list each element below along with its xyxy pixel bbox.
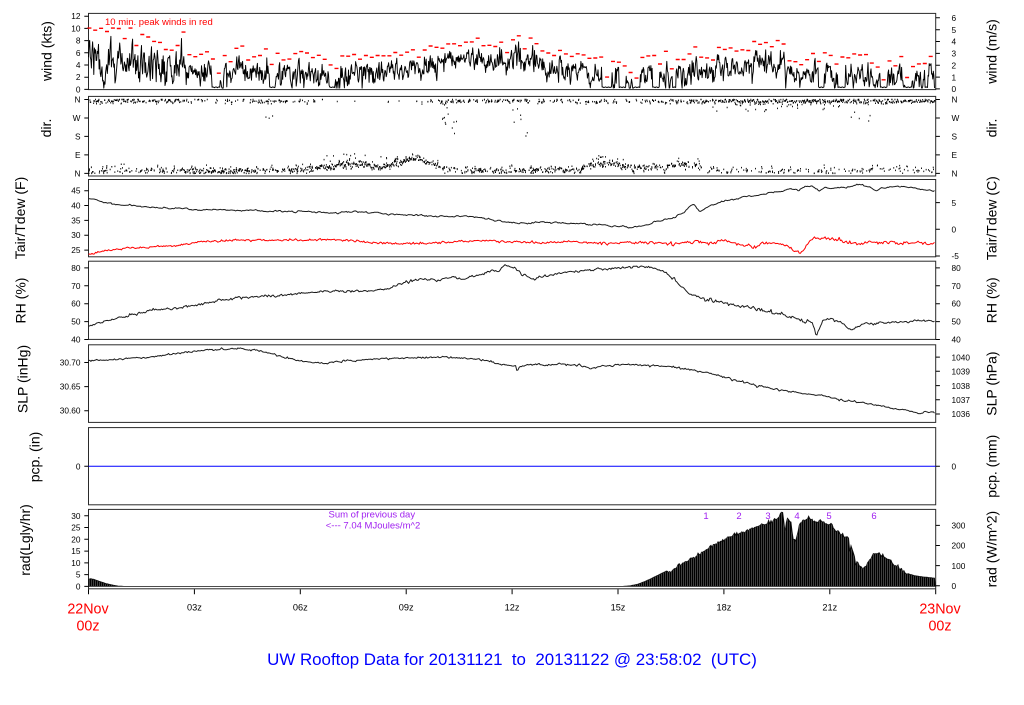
svg-text:12: 12	[71, 11, 81, 21]
svg-text:N: N	[75, 95, 81, 105]
svg-text:W: W	[73, 113, 81, 123]
svg-text:Tair/Tdew (C): Tair/Tdew (C)	[984, 176, 1000, 260]
svg-text:2: 2	[952, 60, 957, 70]
svg-text:RH (%): RH (%)	[984, 277, 1000, 323]
svg-text:4: 4	[76, 60, 81, 70]
svg-text:35: 35	[71, 215, 81, 225]
svg-text:wind (m/s): wind (m/s)	[984, 19, 1000, 85]
svg-text:50: 50	[71, 317, 81, 327]
svg-text:5: 5	[76, 570, 81, 580]
svg-text:N: N	[952, 168, 958, 178]
svg-text:10: 10	[71, 558, 81, 568]
svg-text:E: E	[952, 150, 958, 160]
svg-text:5: 5	[952, 198, 957, 208]
svg-text:8: 8	[76, 36, 81, 46]
svg-text:70: 70	[952, 281, 962, 291]
svg-text:0: 0	[952, 581, 957, 591]
svg-text:E: E	[75, 150, 81, 160]
svg-text:1037: 1037	[952, 395, 971, 405]
svg-text:60: 60	[952, 299, 962, 309]
svg-text:0: 0	[952, 225, 957, 235]
svg-text:00z: 00z	[76, 619, 99, 635]
svg-text:dir.: dir.	[38, 119, 54, 138]
svg-text:30.70: 30.70	[60, 358, 81, 368]
svg-text:S: S	[952, 131, 958, 141]
svg-text:30.60: 30.60	[60, 406, 81, 416]
svg-text:50: 50	[952, 317, 962, 327]
svg-text:00z: 00z	[928, 619, 951, 635]
svg-text:6: 6	[952, 13, 957, 23]
svg-text:21z: 21z	[822, 603, 837, 613]
svg-text:0: 0	[76, 84, 81, 94]
svg-text:10 min. peak winds in red: 10 min. peak winds in red	[105, 17, 213, 28]
svg-text:3: 3	[765, 511, 770, 522]
svg-text:80: 80	[952, 263, 962, 273]
svg-text:30.65: 30.65	[60, 382, 81, 392]
svg-text:09z: 09z	[399, 603, 414, 613]
svg-text:3: 3	[952, 49, 957, 59]
svg-text:6: 6	[871, 511, 876, 522]
svg-text:30: 30	[71, 230, 81, 240]
svg-text:0: 0	[76, 581, 81, 591]
svg-text:1036: 1036	[952, 409, 971, 419]
svg-text:N: N	[952, 95, 958, 105]
svg-text:SLP (hPa): SLP (hPa)	[984, 351, 1000, 415]
svg-text:03z: 03z	[187, 603, 202, 613]
svg-text:18z: 18z	[716, 603, 731, 613]
svg-text:06z: 06z	[293, 603, 308, 613]
svg-text:25: 25	[71, 245, 81, 255]
svg-text:-5: -5	[952, 251, 960, 261]
svg-text:45: 45	[71, 186, 81, 196]
svg-text:UW Rooftop Data for 20131121: UW Rooftop Data for 20131121 to 20131122…	[267, 650, 757, 669]
svg-text:1038: 1038	[952, 381, 971, 391]
svg-text:1039: 1039	[952, 367, 971, 377]
svg-text:N: N	[75, 168, 81, 178]
svg-text:S: S	[75, 131, 81, 141]
svg-text:23Nov: 23Nov	[919, 602, 961, 618]
svg-text:12z: 12z	[505, 603, 520, 613]
svg-text:5: 5	[826, 511, 831, 522]
svg-text:0: 0	[76, 461, 81, 471]
svg-text:0: 0	[952, 84, 957, 94]
svg-text:300: 300	[952, 521, 966, 531]
svg-text:1040: 1040	[952, 352, 971, 362]
svg-text:22Nov: 22Nov	[67, 602, 109, 618]
svg-text:Tair/Tdew (F): Tair/Tdew (F)	[12, 177, 28, 259]
svg-text:<--- 7.04 MJoules/m^2: <--- 7.04 MJoules/m^2	[326, 521, 420, 532]
svg-text:0: 0	[952, 461, 957, 471]
svg-text:30: 30	[71, 511, 81, 521]
svg-text:10: 10	[71, 23, 81, 33]
svg-text:60: 60	[71, 299, 81, 309]
svg-text:rad (W/m^2): rad (W/m^2)	[984, 511, 1000, 588]
svg-text:40: 40	[952, 335, 962, 345]
svg-text:15z: 15z	[611, 603, 626, 613]
svg-text:40: 40	[71, 201, 81, 211]
svg-text:4: 4	[794, 511, 799, 522]
svg-text:200: 200	[952, 541, 966, 551]
svg-text:dir.: dir.	[984, 119, 1000, 138]
svg-text:2: 2	[736, 511, 741, 522]
svg-text:80: 80	[71, 263, 81, 273]
svg-text:2: 2	[76, 72, 81, 82]
svg-text:1: 1	[952, 72, 957, 82]
svg-text:RH (%): RH (%)	[13, 278, 29, 324]
svg-text:25: 25	[71, 523, 81, 533]
svg-text:6: 6	[76, 48, 81, 58]
svg-text:pcp. (mm): pcp. (mm)	[984, 435, 1000, 498]
svg-text:SLP (inHg): SLP (inHg)	[15, 345, 31, 413]
svg-text:100: 100	[952, 561, 966, 571]
svg-text:pcp. (in): pcp. (in)	[27, 432, 43, 483]
svg-text:Sum of previous day: Sum of previous day	[328, 510, 415, 521]
svg-text:wind (kts): wind (kts)	[39, 21, 55, 82]
svg-text:40: 40	[71, 335, 81, 345]
svg-text:15: 15	[71, 546, 81, 556]
svg-text:70: 70	[71, 281, 81, 291]
svg-text:20: 20	[71, 534, 81, 544]
svg-text:1: 1	[703, 511, 708, 522]
svg-text:4: 4	[952, 37, 957, 47]
svg-text:5: 5	[952, 25, 957, 35]
svg-text:rad(Lgly/hr): rad(Lgly/hr)	[17, 504, 33, 576]
svg-text:W: W	[952, 113, 960, 123]
